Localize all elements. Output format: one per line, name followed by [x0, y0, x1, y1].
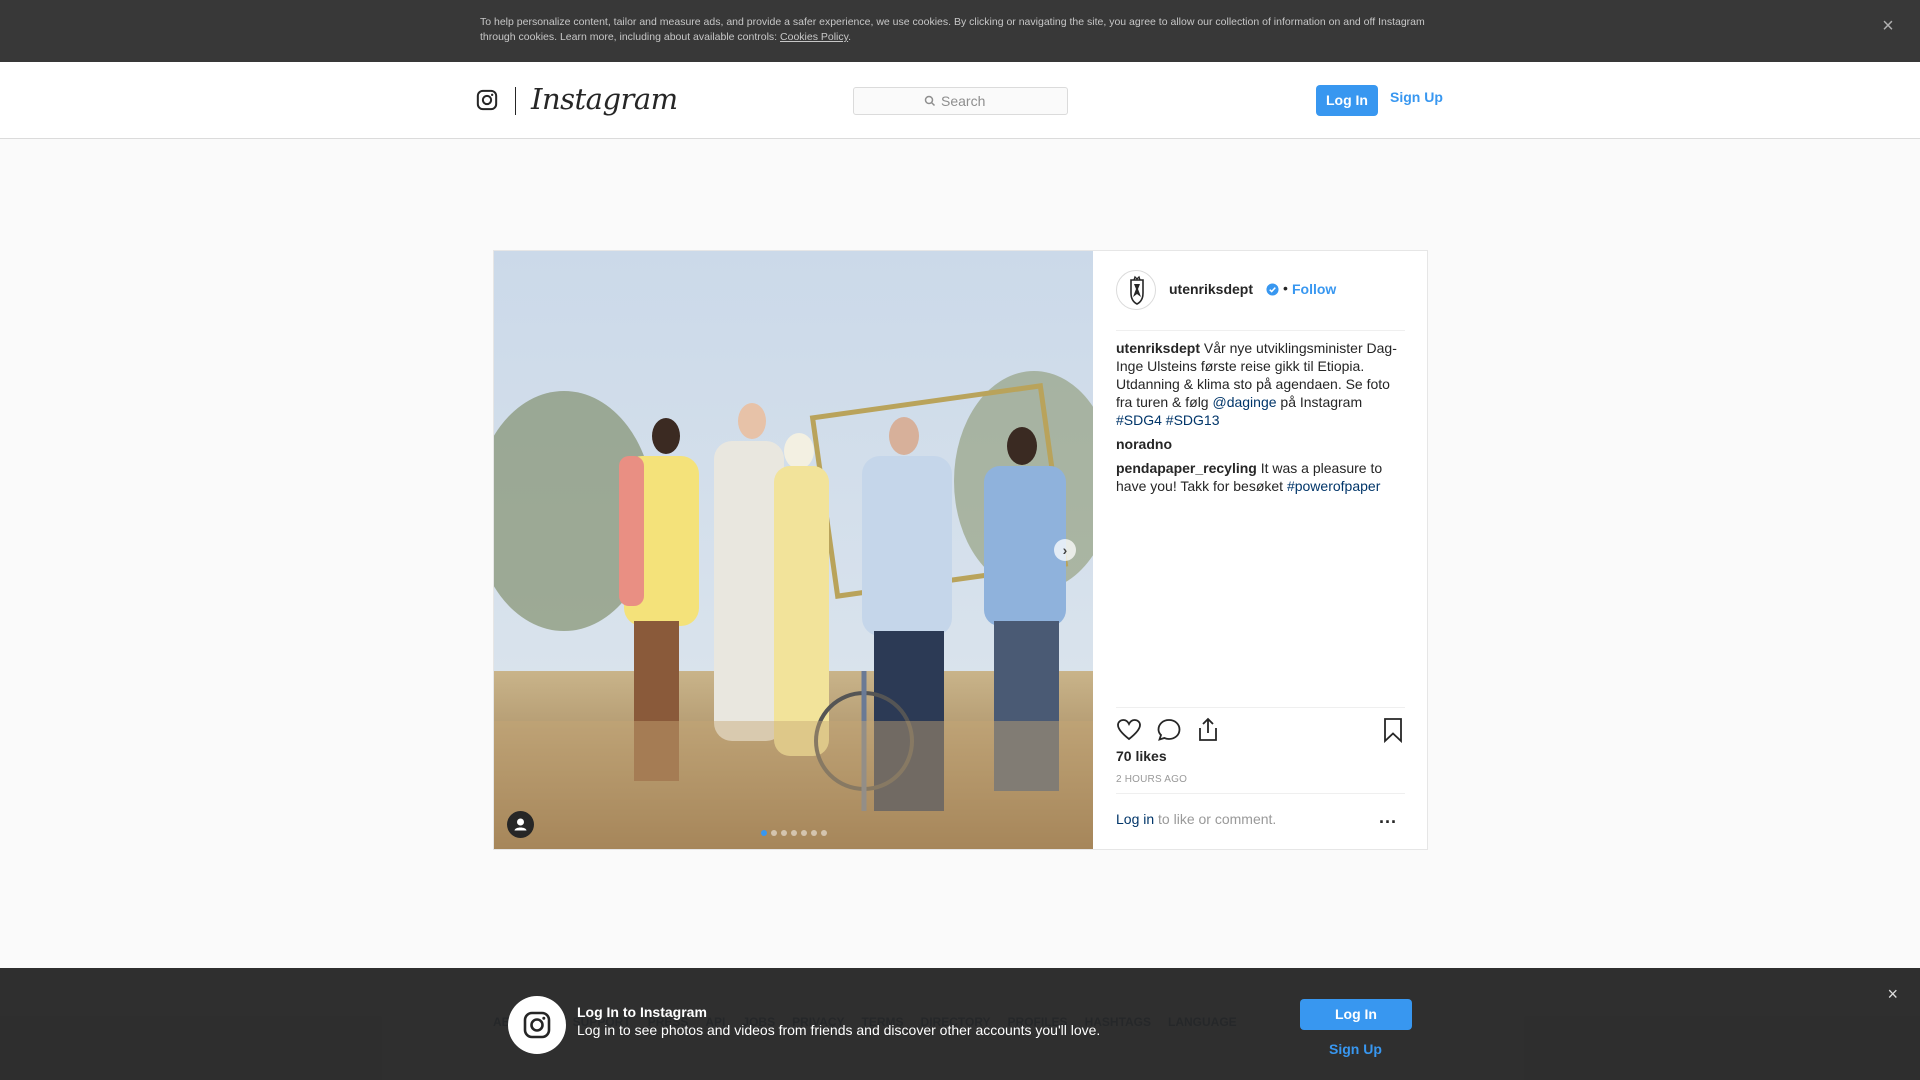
post-card: › utenriksdept • Follow utenriksdept Vår…	[493, 250, 1428, 850]
carousel-dot	[761, 830, 767, 836]
avatar[interactable]	[1116, 270, 1156, 310]
caption-username[interactable]: utenriksdept	[1116, 340, 1200, 356]
likes-count[interactable]: 70 likes	[1116, 748, 1167, 764]
carousel-dot	[791, 830, 797, 836]
cookie-banner: To help personalize content, tailor and …	[0, 0, 1920, 62]
bookmark-icon[interactable]	[1380, 717, 1406, 743]
search-icon	[924, 95, 936, 107]
carousel-next-button[interactable]: ›	[1054, 539, 1076, 561]
carousel-dot	[801, 830, 807, 836]
search-placeholder: Search	[941, 93, 986, 109]
close-icon[interactable]: ×	[1878, 16, 1898, 36]
comments-list: utenriksdept Vår nye utviklingsminister …	[1116, 339, 1406, 501]
user-icon	[514, 818, 527, 831]
logo-divider	[515, 87, 516, 115]
post-side-panel: utenriksdept • Follow utenriksdept Vår n…	[1094, 251, 1427, 849]
cookies-policy-link[interactable]: Cookies Policy	[780, 31, 848, 43]
login-bar: Log In to Instagram Log in to see photos…	[0, 968, 1920, 1080]
carousel-dot	[781, 830, 787, 836]
instagram-logo-icon[interactable]	[476, 89, 498, 111]
login-bar-subtitle: Log in to see photos and videos from fri…	[577, 1022, 1101, 1038]
photo-image	[494, 251, 1093, 849]
caption: utenriksdept Vår nye utviklingsminister …	[1116, 340, 1397, 428]
more-options-icon[interactable]: ...	[1379, 808, 1397, 826]
hashtag-link[interactable]: #SDG13	[1162, 412, 1220, 428]
signup-link[interactable]: Sign Up	[1390, 89, 1443, 105]
hashtag-link[interactable]: #powerofpaper	[1287, 478, 1380, 494]
heart-icon[interactable]	[1116, 717, 1142, 743]
coat-of-arms-icon	[1130, 275, 1144, 305]
post-username[interactable]: utenriksdept	[1169, 281, 1253, 297]
list-item: pendapaper_recyling It was a pleasure to…	[1116, 460, 1383, 494]
comment-username[interactable]: pendapaper_recyling	[1116, 460, 1257, 476]
login-bar-title: Log In to Instagram	[577, 1004, 707, 1020]
post-header: utenriksdept • Follow	[1116, 270, 1405, 331]
close-icon[interactable]: ×	[1887, 984, 1898, 1005]
verified-badge-icon	[1266, 283, 1279, 296]
search-input[interactable]: Search	[853, 87, 1068, 115]
list-item: noradno	[1116, 435, 1406, 453]
post-timestamp[interactable]: 2 HOURS AGO	[1116, 774, 1187, 785]
login-prompt: Log in to like or comment. ...	[1116, 793, 1405, 848]
hashtag-link[interactable]: #SDG4	[1116, 412, 1162, 428]
tagged-users-button[interactable]	[507, 811, 534, 838]
login-link[interactable]: Log in	[1116, 811, 1154, 827]
top-nav: Instagram Search Log In Sign Up	[0, 62, 1920, 139]
login-button[interactable]: Log In	[1316, 85, 1378, 116]
separator-bullet: •	[1283, 280, 1288, 296]
carousel-indicator	[761, 830, 827, 836]
carousel-dot	[821, 830, 827, 836]
share-icon[interactable]	[1195, 717, 1221, 743]
cookie-text: To help personalize content, tailor and …	[480, 16, 1425, 43]
follow-button[interactable]: Follow	[1292, 281, 1336, 297]
instagram-wordmark[interactable]: Instagram	[531, 82, 678, 116]
signup-link[interactable]: Sign Up	[1329, 1041, 1382, 1057]
mention-link[interactable]: @daginge	[1212, 394, 1276, 410]
carousel-dot	[811, 830, 817, 836]
comment-username[interactable]: noradno	[1116, 436, 1172, 452]
instagram-logo-icon	[508, 996, 566, 1054]
comment-icon[interactable]	[1156, 717, 1182, 743]
carousel-dot	[771, 830, 777, 836]
login-button[interactable]: Log In	[1300, 999, 1412, 1030]
post-photo[interactable]: ›	[494, 251, 1093, 849]
